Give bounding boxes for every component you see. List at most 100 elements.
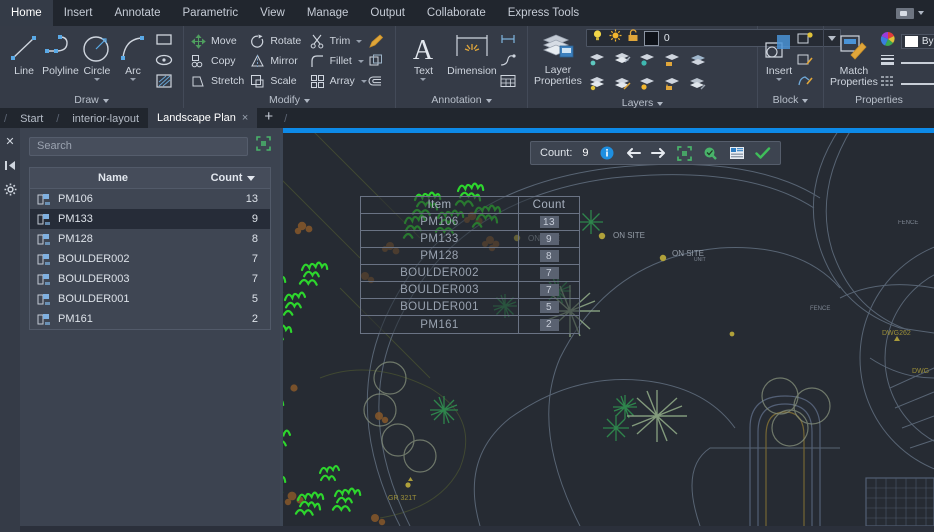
draw-line-button[interactable]: Line bbox=[6, 30, 42, 77]
linetype-row[interactable] bbox=[880, 75, 934, 92]
annotation-table-button[interactable] bbox=[499, 74, 521, 92]
object-color-row[interactable]: ByL bbox=[880, 33, 934, 50]
count-table-row[interactable]: PM133 9 bbox=[361, 231, 579, 248]
ribbon-panel-annotation-title[interactable]: Annotation bbox=[396, 93, 527, 108]
ribbon-tab-parametric[interactable]: Parametric bbox=[172, 0, 250, 26]
count-table-row[interactable]: BOULDER003 7 bbox=[361, 282, 579, 299]
ribbon-tab-collaborate[interactable]: Collaborate bbox=[416, 0, 497, 26]
ribbon-tab-output[interactable]: Output bbox=[359, 0, 416, 26]
modify-array-dropdown-icon[interactable] bbox=[361, 80, 367, 83]
list-item[interactable]: BOULDER001 5 bbox=[30, 289, 270, 309]
modify-fillet-button[interactable]: Fillet bbox=[309, 52, 368, 70]
match-properties-button[interactable]: Match Properties bbox=[830, 30, 878, 88]
annotation-leader-button[interactable] bbox=[499, 53, 521, 71]
draw-arc-button[interactable]: Arc bbox=[115, 30, 151, 81]
ribbon-tab-view[interactable]: View bbox=[249, 0, 296, 26]
layer-freeze-icon[interactable] bbox=[613, 51, 632, 72]
layer-change-to-current-icon[interactable] bbox=[688, 75, 707, 96]
file-tab-interior-layout[interactable]: interior-layout bbox=[63, 110, 148, 128]
layer-lock-icon[interactable] bbox=[663, 51, 682, 72]
next-arrow-icon[interactable] bbox=[651, 145, 667, 161]
modify-trim-button[interactable]: Trim bbox=[309, 32, 368, 50]
ribbon-tab-express-tools[interactable]: Express Tools bbox=[497, 0, 590, 26]
block-edit-button[interactable] bbox=[796, 53, 818, 71]
block-create-button[interactable] bbox=[796, 32, 818, 50]
layer-unlock-icon[interactable] bbox=[627, 29, 639, 47]
list-item[interactable]: PM161 2 bbox=[30, 309, 270, 329]
block-insert-button[interactable]: Insert bbox=[764, 30, 794, 81]
layer-unisolate-icon[interactable] bbox=[588, 75, 607, 96]
modify-scale-button[interactable]: Scale bbox=[249, 72, 308, 90]
list-item[interactable]: BOULDER003 7 bbox=[30, 269, 270, 289]
ribbon-tab-insert[interactable]: Insert bbox=[53, 0, 104, 26]
auto-hide-icon[interactable] bbox=[3, 158, 17, 172]
layer-color-swatch[interactable] bbox=[644, 31, 659, 46]
ribbon-panel-draw-title[interactable]: Draw bbox=[0, 93, 183, 108]
info-icon[interactable] bbox=[599, 145, 615, 161]
count-table-row[interactable]: PM161 2 bbox=[361, 316, 579, 333]
draw-circle-dropdown-icon[interactable] bbox=[94, 78, 100, 81]
layer-isolate-icon[interactable] bbox=[588, 51, 607, 72]
settings-gear-icon[interactable] bbox=[3, 182, 17, 196]
ribbon-panel-block-title[interactable]: Block bbox=[758, 93, 823, 108]
modify-fillet-dropdown-icon[interactable] bbox=[358, 60, 364, 63]
draw-arc-dropdown-icon[interactable] bbox=[130, 78, 136, 81]
layer-thaw-all-icon[interactable] bbox=[638, 75, 657, 96]
modify-move-button[interactable]: Move bbox=[190, 32, 249, 50]
linetype-field[interactable] bbox=[901, 83, 934, 85]
count-table-row[interactable]: PM128 8 bbox=[361, 248, 579, 265]
modify-rotate-button[interactable]: Rotate bbox=[249, 32, 308, 50]
annotation-dim-style-button[interactable] bbox=[499, 32, 521, 50]
close-icon[interactable]: × bbox=[242, 108, 248, 128]
draw-ellipse-button[interactable] bbox=[155, 53, 177, 71]
block-edit-attributes-button[interactable] bbox=[796, 74, 818, 92]
modify-offset-button[interactable] bbox=[368, 72, 389, 90]
modify-mirror-button[interactable]: Mirror bbox=[249, 52, 308, 70]
list-item[interactable]: BOULDER002 7 bbox=[30, 249, 270, 269]
draw-hatch-button[interactable] bbox=[155, 74, 177, 92]
modify-explode-button[interactable] bbox=[368, 52, 389, 70]
insert-count-table-icon[interactable] bbox=[729, 145, 745, 161]
draw-circle-button[interactable]: Circle bbox=[79, 30, 115, 81]
search-input[interactable]: Search bbox=[29, 137, 248, 156]
layer-off-icon[interactable] bbox=[638, 51, 657, 72]
ribbon-tab-annotate[interactable]: Annotate bbox=[103, 0, 171, 26]
list-item[interactable]: PM133 9 bbox=[30, 209, 270, 229]
modify-array-button[interactable]: Array bbox=[309, 72, 368, 90]
ribbon-panel-modify-title[interactable]: Modify bbox=[184, 93, 395, 108]
lineweight-row[interactable] bbox=[880, 54, 934, 71]
file-tab-start[interactable]: Start bbox=[11, 110, 52, 128]
ribbon-display-options[interactable] bbox=[896, 8, 934, 19]
draw-polyline-button[interactable]: Polyline bbox=[42, 30, 79, 77]
select-all-icon[interactable] bbox=[703, 145, 719, 161]
zoom-to-object-icon[interactable] bbox=[677, 145, 693, 161]
annotation-text-dropdown-icon[interactable] bbox=[420, 78, 426, 81]
object-color-field[interactable]: ByL bbox=[901, 34, 934, 49]
zoom-extents-icon[interactable] bbox=[256, 136, 271, 156]
count-table-row[interactable]: BOULDER001 5 bbox=[361, 299, 579, 316]
column-header-name[interactable]: Name bbox=[30, 172, 196, 184]
count-table-row[interactable]: PM106 13 bbox=[361, 214, 579, 231]
modify-erase-button[interactable] bbox=[368, 32, 389, 50]
annotation-text-button[interactable]: A Text bbox=[402, 30, 445, 81]
column-header-count[interactable]: Count bbox=[196, 172, 270, 184]
drawing-canvas[interactable]: ON SITE ON SITE ON SITE UNIT FENCE FENCE… bbox=[280, 128, 934, 526]
count-table-row[interactable]: BOULDER002 7 bbox=[361, 265, 579, 282]
layer-match-icon[interactable] bbox=[613, 75, 632, 96]
annotation-dimension-button[interactable]: Dimension bbox=[445, 30, 499, 77]
ribbon-tab-manage[interactable]: Manage bbox=[296, 0, 360, 26]
block-insert-dropdown-icon[interactable] bbox=[776, 78, 782, 81]
previous-arrow-icon[interactable] bbox=[625, 145, 641, 161]
lineweight-field[interactable] bbox=[901, 62, 934, 64]
close-count-checkmark-icon[interactable] bbox=[755, 145, 771, 161]
modify-stretch-button[interactable]: Stretch bbox=[190, 72, 249, 90]
list-item[interactable]: PM128 8 bbox=[30, 229, 270, 249]
draw-rectangle-button[interactable] bbox=[155, 32, 177, 50]
count-table[interactable]: Item Count PM106 13 PM133 9 PM128 8 BOUL… bbox=[360, 196, 580, 334]
new-tab-button[interactable]: + bbox=[257, 108, 280, 128]
ribbon-tab-home[interactable]: Home bbox=[0, 0, 53, 26]
layer-unlock-all-icon[interactable] bbox=[663, 75, 682, 96]
list-item[interactable]: PM106 13 bbox=[30, 189, 270, 209]
modify-trim-dropdown-icon[interactable] bbox=[356, 40, 362, 43]
layer-on-lightbulb-icon[interactable] bbox=[591, 29, 604, 47]
